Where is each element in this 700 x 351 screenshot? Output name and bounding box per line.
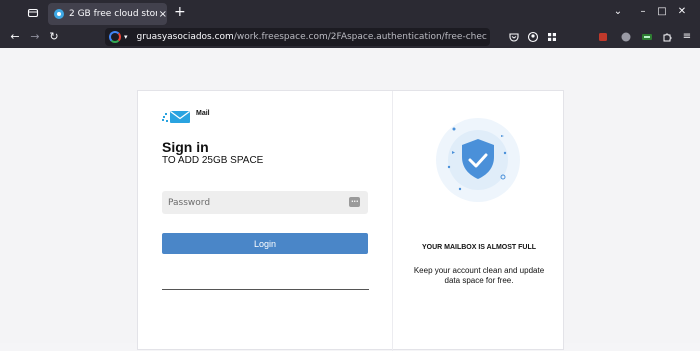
reload-icon[interactable]: ↻ bbox=[47, 30, 61, 44]
minimize-button[interactable]: – bbox=[637, 6, 649, 18]
mailbox-full-heading: YOUR MAILBOX IS ALMOST FULL bbox=[421, 244, 537, 251]
account-icon[interactable] bbox=[527, 31, 539, 43]
logo-text: Mail bbox=[196, 110, 210, 117]
password-manager-key-icon[interactable]: ••• bbox=[349, 197, 360, 207]
shield-check-icon bbox=[436, 118, 520, 202]
mail-logo: Mail bbox=[162, 109, 212, 123]
chevron-down-icon[interactable]: ▾ bbox=[124, 33, 128, 41]
tab-close-button[interactable]: × bbox=[159, 9, 167, 20]
navigation-bar: ← → ↻ ▾ gruasyasociados.com/work.freespa… bbox=[0, 26, 700, 48]
ublock-icon[interactable] bbox=[597, 31, 609, 43]
back-arrow-icon[interactable]: ← bbox=[8, 30, 22, 44]
extensions-grid-icon[interactable] bbox=[546, 31, 558, 43]
page-title: Sign in bbox=[162, 139, 209, 155]
login-card: Mail Sign in TO ADD 25GB SPACE ••• Login bbox=[137, 90, 564, 351]
extension-circle-icon[interactable] bbox=[620, 31, 632, 43]
extension-badge-icon[interactable] bbox=[641, 31, 653, 43]
divider-line bbox=[162, 289, 369, 290]
address-bar[interactable]: ▾ gruasyasociados.com/work.freespace.com… bbox=[105, 28, 490, 46]
tab-list-icon[interactable] bbox=[27, 7, 39, 19]
page-viewport: Mail Sign in TO ADD 25GB SPACE ••• Login bbox=[0, 48, 700, 351]
tabs-chevron-down-icon[interactable]: ⌄ bbox=[612, 6, 624, 18]
tab-bar: 2 GB free cloud storage × + ⌄ – □ ✕ bbox=[0, 0, 700, 26]
security-illustration bbox=[435, 117, 521, 203]
close-window-button[interactable]: ✕ bbox=[676, 6, 688, 18]
tab-title: 2 GB free cloud storage bbox=[69, 9, 157, 19]
google-icon bbox=[109, 31, 121, 43]
mail-envelope-icon bbox=[162, 111, 190, 123]
mailbox-full-message: Keep your account clean and update data … bbox=[413, 266, 545, 285]
password-field[interactable] bbox=[162, 191, 368, 214]
new-tab-button[interactable]: + bbox=[174, 5, 186, 19]
page-subtitle: TO ADD 25GB SPACE bbox=[162, 155, 264, 166]
puzzle-extensions-icon[interactable] bbox=[661, 31, 673, 43]
pocket-icon[interactable] bbox=[508, 31, 520, 43]
active-tab[interactable]: 2 GB free cloud storage × bbox=[48, 3, 167, 25]
vertical-divider bbox=[392, 91, 393, 351]
cloud-favicon-icon bbox=[54, 9, 64, 19]
menu-hamburger-icon[interactable]: ≡ bbox=[681, 31, 693, 43]
login-button[interactable]: Login bbox=[162, 233, 368, 254]
maximize-button[interactable]: □ bbox=[656, 6, 668, 18]
forward-arrow-icon[interactable]: → bbox=[28, 30, 42, 44]
url-text[interactable]: gruasyasociados.com/work.freespace.com/2… bbox=[137, 32, 487, 42]
